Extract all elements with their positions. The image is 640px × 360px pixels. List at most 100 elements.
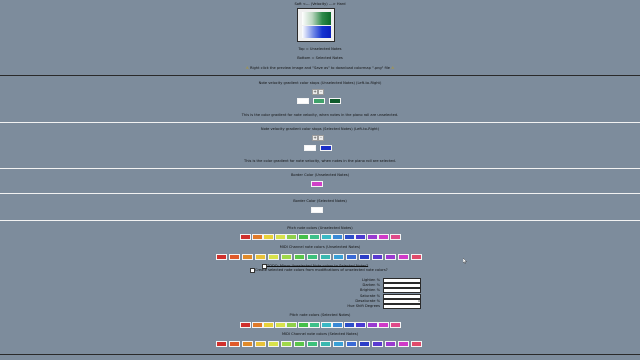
midi-channel-color-swatch[interactable] xyxy=(229,254,240,260)
pitch-color-swatch[interactable] xyxy=(251,322,263,328)
midi-channel-color-swatch[interactable] xyxy=(281,341,292,347)
divider xyxy=(0,220,640,221)
midi-channel-color-swatch[interactable] xyxy=(359,254,370,260)
pitch-color-swatch[interactable] xyxy=(251,234,263,240)
pitch-color-swatch[interactable] xyxy=(355,234,366,240)
pitch-color-swatch[interactable] xyxy=(389,322,401,328)
unselected-gradient-preview xyxy=(302,12,331,25)
modifier-label: Brighten % xyxy=(360,288,380,293)
hint-icon-right: ⚠ xyxy=(391,66,395,70)
modify-option-label: Create selected note colors from modific… xyxy=(255,268,388,272)
gradient-stop-swatch[interactable] xyxy=(297,98,309,104)
pitch-unselected-title: Pitch note colors (Unselected Notes) xyxy=(287,226,353,230)
gradient-stop-swatch[interactable] xyxy=(313,98,325,104)
midi-channel-color-swatch[interactable] xyxy=(320,254,331,260)
midi-unselected-swatches xyxy=(0,254,640,260)
hint-icon-left: ⚠ xyxy=(245,66,249,70)
gradient-stop-swatch[interactable] xyxy=(320,145,332,151)
midi-channel-color-swatch[interactable] xyxy=(268,254,279,260)
pitch-color-swatch[interactable] xyxy=(343,234,355,240)
midi-channel-color-swatch[interactable] xyxy=(320,341,331,347)
pitch-color-swatch[interactable] xyxy=(343,322,355,328)
modifier-input[interactable] xyxy=(383,304,421,309)
preview-download-hint: ⚠ Right click the preview image and "Sav… xyxy=(0,66,640,70)
modifier-label: Hue Shift Degrees xyxy=(347,304,380,308)
midi-channel-color-swatch[interactable] xyxy=(385,341,396,347)
midi-channel-color-swatch[interactable] xyxy=(294,341,305,347)
midi-channel-color-swatch[interactable] xyxy=(411,341,422,347)
pitch-color-swatch[interactable] xyxy=(320,322,332,328)
pitch-color-swatch[interactable] xyxy=(309,234,320,240)
pitch-color-swatch[interactable] xyxy=(378,234,389,240)
selected-stop-controls: + - xyxy=(312,135,326,141)
pitch-color-swatch[interactable] xyxy=(240,234,251,240)
divider xyxy=(0,168,640,169)
midi-channel-color-swatch[interactable] xyxy=(216,341,227,347)
pitch-color-swatch[interactable] xyxy=(355,322,366,328)
pitch-selected-swatches xyxy=(0,322,640,328)
pitch-color-swatch[interactable] xyxy=(378,322,389,328)
midi-channel-color-swatch[interactable] xyxy=(229,341,240,347)
remove-stop-button[interactable]: - xyxy=(318,135,324,141)
pitch-color-swatch[interactable] xyxy=(332,234,343,240)
midi-channel-color-swatch[interactable] xyxy=(333,341,344,347)
midi-channel-color-swatch[interactable] xyxy=(398,254,409,260)
preview-caption-selected: Bottom = Selected Notes xyxy=(297,56,343,60)
divider xyxy=(0,193,640,194)
midi-channel-color-swatch[interactable] xyxy=(385,254,396,260)
midi-channel-color-swatch[interactable] xyxy=(255,254,266,260)
midi-channel-color-swatch[interactable] xyxy=(242,254,253,260)
midi-channel-color-swatch[interactable] xyxy=(307,254,318,260)
pitch-color-swatch[interactable] xyxy=(286,234,297,240)
gradient-stop-swatch[interactable] xyxy=(304,145,316,151)
midi-unselected-title: MIDI Channel note colors (Unselected Not… xyxy=(279,245,361,249)
midi-channel-color-swatch[interactable] xyxy=(398,341,409,347)
unselected-gradient-description: This is the color gradient for note velo… xyxy=(241,113,399,117)
preview-caption-unselected: Top = Unselected Notes xyxy=(298,47,342,51)
selected-gradient-title: Note velocity gradient color stops (Sele… xyxy=(260,127,380,131)
midi-channel-color-swatch[interactable] xyxy=(242,341,253,347)
midi-channel-color-swatch[interactable] xyxy=(346,341,357,347)
midi-channel-color-swatch[interactable] xyxy=(372,254,383,260)
pitch-color-swatch[interactable] xyxy=(309,322,320,328)
midi-channel-color-swatch[interactable] xyxy=(268,341,279,347)
midi-channel-color-swatch[interactable] xyxy=(216,254,227,260)
pitch-color-swatch[interactable] xyxy=(240,322,251,328)
border-selected-title: Border Color (Selected Notes) xyxy=(293,199,347,203)
midi-channel-color-swatch[interactable] xyxy=(307,341,318,347)
pitch-color-swatch[interactable] xyxy=(366,322,378,328)
modifier-label: Saturate % xyxy=(359,293,380,298)
selected-gradient-preview xyxy=(302,26,331,38)
pitch-color-swatch[interactable] xyxy=(320,234,332,240)
midi-channel-color-swatch[interactable] xyxy=(346,254,357,260)
pitch-unselected-swatches xyxy=(0,234,640,240)
pitch-color-swatch[interactable] xyxy=(286,322,297,328)
midi-channel-color-swatch[interactable] xyxy=(281,254,292,260)
pitch-color-swatch[interactable] xyxy=(297,322,309,328)
border-unselected-color-swatch[interactable] xyxy=(311,181,323,187)
remove-stop-button[interactable]: - xyxy=(318,89,324,95)
midi-channel-color-swatch[interactable] xyxy=(411,254,422,260)
midi-selected-title: MIDI Channel note colors (Selected Notes… xyxy=(281,332,359,336)
midi-channel-color-swatch[interactable] xyxy=(294,254,305,260)
midi-channel-color-swatch[interactable] xyxy=(255,341,266,347)
pitch-color-swatch[interactable] xyxy=(297,234,309,240)
midi-channel-color-swatch[interactable] xyxy=(372,341,383,347)
pitch-color-swatch[interactable] xyxy=(274,322,286,328)
mouse-cursor-icon xyxy=(463,258,467,264)
midi-channel-color-swatch[interactable] xyxy=(359,341,370,347)
unselected-gradient-stops xyxy=(297,98,341,104)
pitch-color-swatch[interactable] xyxy=(263,322,274,328)
pitch-color-swatch[interactable] xyxy=(274,234,286,240)
midi-channel-color-swatch[interactable] xyxy=(333,254,344,260)
pitch-color-swatch[interactable] xyxy=(263,234,274,240)
border-selected-color-swatch[interactable] xyxy=(311,207,323,213)
modifier-label: Lighten % xyxy=(361,278,380,282)
pitch-color-swatch[interactable] xyxy=(389,234,401,240)
preview-caption-velocity: Soft <--- (Velocity) ---> Hard xyxy=(294,2,346,6)
pitch-color-swatch[interactable] xyxy=(332,322,343,328)
gradient-stop-swatch[interactable] xyxy=(329,98,341,104)
pitch-color-swatch[interactable] xyxy=(366,234,378,240)
divider xyxy=(0,75,640,76)
colormap-preview-image[interactable] xyxy=(297,8,335,42)
